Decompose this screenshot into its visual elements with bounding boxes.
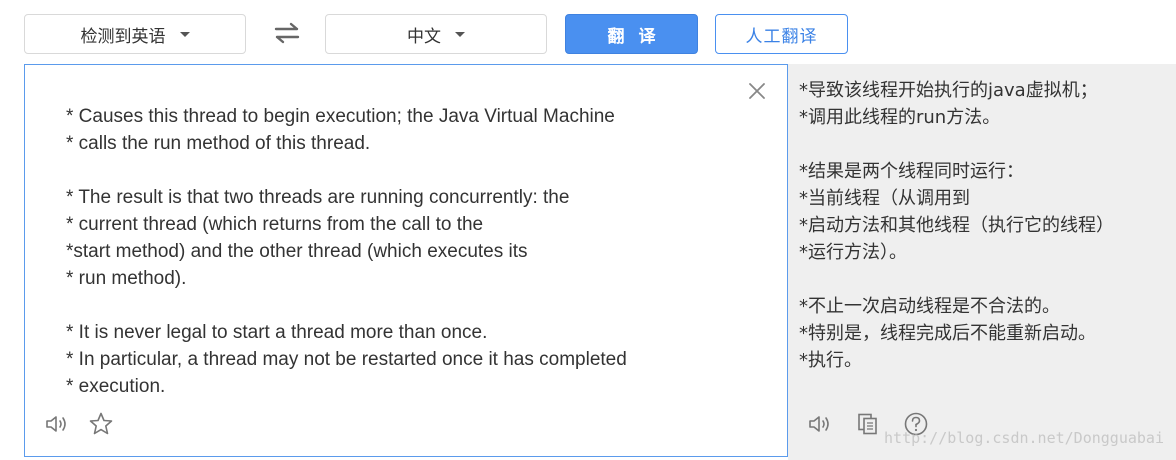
- target-language-label: 中文: [407, 26, 441, 46]
- speaker-icon[interactable]: [806, 410, 834, 438]
- swap-arrows-icon: [274, 22, 300, 44]
- close-icon[interactable]: [747, 81, 767, 101]
- translation-result-panel: *导致该线程开始执行的java虚拟机； *调用此线程的run方法。 *结果是两个…: [788, 64, 1176, 460]
- watermark-text: http://blog.csdn.net/Dongguabai: [884, 429, 1164, 447]
- source-text-panel[interactable]: * Causes this thread to begin execution;…: [24, 64, 788, 457]
- chevron-down-icon: [179, 31, 190, 37]
- source-language-select[interactable]: 检测到英语: [24, 14, 246, 54]
- source-text[interactable]: * Causes this thread to begin execution;…: [66, 103, 756, 400]
- swap-languages-button[interactable]: [270, 18, 304, 48]
- speaker-icon[interactable]: [43, 410, 71, 438]
- star-icon[interactable]: [87, 410, 115, 438]
- target-language-select[interactable]: 中文: [325, 14, 547, 54]
- translation-text: *导致该线程开始执行的java虚拟机； *调用此线程的run方法。 *结果是两个…: [799, 80, 1114, 371]
- source-language-label: 检测到英语: [80, 26, 166, 46]
- chevron-down-icon: [455, 31, 465, 37]
- human-translate-button[interactable]: 人工翻译: [715, 14, 848, 54]
- translate-button[interactable]: 翻译: [565, 14, 698, 54]
- copy-icon[interactable]: [854, 410, 882, 438]
